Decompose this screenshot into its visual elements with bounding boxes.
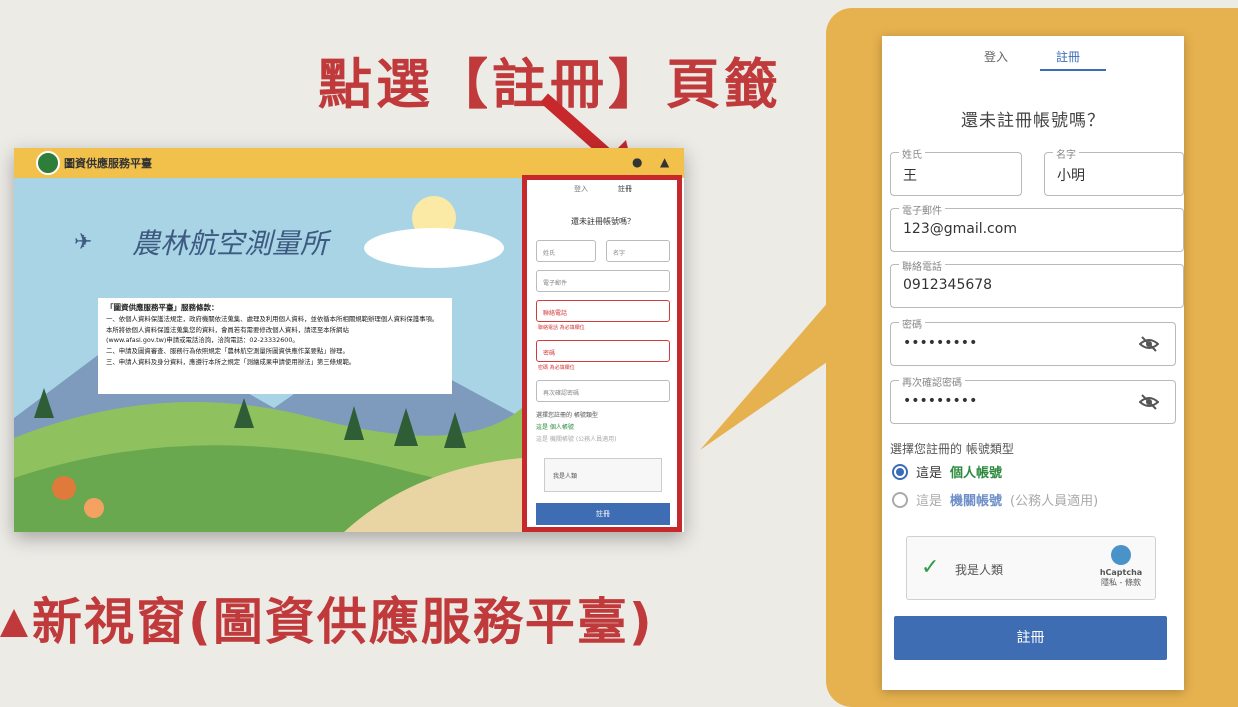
form-tabs: 登入 註冊 bbox=[882, 42, 1184, 71]
radio-personal-prefix: 這是 bbox=[916, 466, 943, 481]
password-value: ••••••••• bbox=[903, 335, 978, 351]
radio-agency[interactable]: 這是 機關帳號 (公務人員適用) bbox=[892, 490, 1098, 509]
register-form: 登入 註冊 還未註冊帳號嗎？ 姓氏 王 名字 小明 電子郵件 123@gmail… bbox=[882, 36, 1184, 690]
captcha-text: 我是人類 bbox=[955, 563, 1004, 577]
tab-register[interactable]: 註冊 bbox=[1056, 48, 1080, 65]
email-value: 123@gmail.com bbox=[903, 221, 1017, 237]
phone-value: 0912345678 bbox=[903, 277, 993, 293]
account-type-label: 選擇您註冊的 帳號類型 bbox=[890, 442, 1014, 456]
checkmark-icon: ✓ bbox=[921, 555, 940, 580]
surname-label: 姓氏 bbox=[899, 146, 925, 161]
register-question: 還未註冊帳號嗎？ bbox=[961, 111, 1105, 131]
surname-value: 王 bbox=[903, 168, 917, 184]
phone-field[interactable]: 聯絡電話 0912345678 bbox=[890, 258, 1184, 308]
email-field[interactable]: 電子郵件 123@gmail.com bbox=[890, 202, 1184, 252]
radio-unselected-icon bbox=[892, 491, 908, 508]
hide-password-icon[interactable] bbox=[1138, 335, 1160, 357]
hide-confirm-password-icon[interactable] bbox=[1138, 393, 1160, 415]
radio-agency-prefix: 這是 bbox=[916, 494, 943, 509]
confirm-password-label: 再次確認密碼 bbox=[899, 374, 965, 389]
hcaptcha-logo-icon bbox=[1111, 545, 1131, 565]
hcaptcha-links[interactable]: 隱私 - 條款 bbox=[1095, 578, 1147, 588]
radio-selected-icon bbox=[892, 463, 908, 480]
given-name-field[interactable]: 名字 小明 bbox=[1044, 146, 1184, 196]
password-field[interactable]: 密碼 ••••••••• bbox=[890, 316, 1176, 366]
radio-agency-suffix: (公務人員適用) bbox=[1010, 494, 1099, 509]
given-name-value: 小明 bbox=[1057, 168, 1085, 184]
tab-active-indicator bbox=[1040, 69, 1106, 71]
confirm-password-value: ••••••••• bbox=[903, 393, 978, 409]
tab-login[interactable]: 登入 bbox=[984, 48, 1008, 65]
register-submit-button[interactable]: 註冊 bbox=[894, 616, 1167, 660]
confirm-password-field[interactable]: 再次確認密碼 ••••••••• bbox=[890, 374, 1176, 424]
email-label: 電子郵件 bbox=[899, 202, 945, 217]
given-name-label: 名字 bbox=[1053, 146, 1079, 161]
radio-personal[interactable]: 這是 個人帳號 bbox=[892, 462, 1002, 481]
surname-field[interactable]: 姓氏 王 bbox=[890, 146, 1022, 196]
radio-personal-label: 個人帳號 bbox=[950, 466, 1003, 481]
hcaptcha-widget[interactable]: ✓ 我是人類 hCaptcha 隱私 - 條款 bbox=[906, 536, 1156, 600]
hcaptcha-name: hCaptcha bbox=[1099, 568, 1143, 577]
password-label: 密碼 bbox=[899, 316, 925, 331]
radio-agency-label: 機關帳號 bbox=[950, 494, 1003, 509]
hcaptcha-brand: hCaptcha 隱私 - 條款 bbox=[1095, 545, 1147, 588]
phone-label: 聯絡電話 bbox=[899, 258, 945, 273]
